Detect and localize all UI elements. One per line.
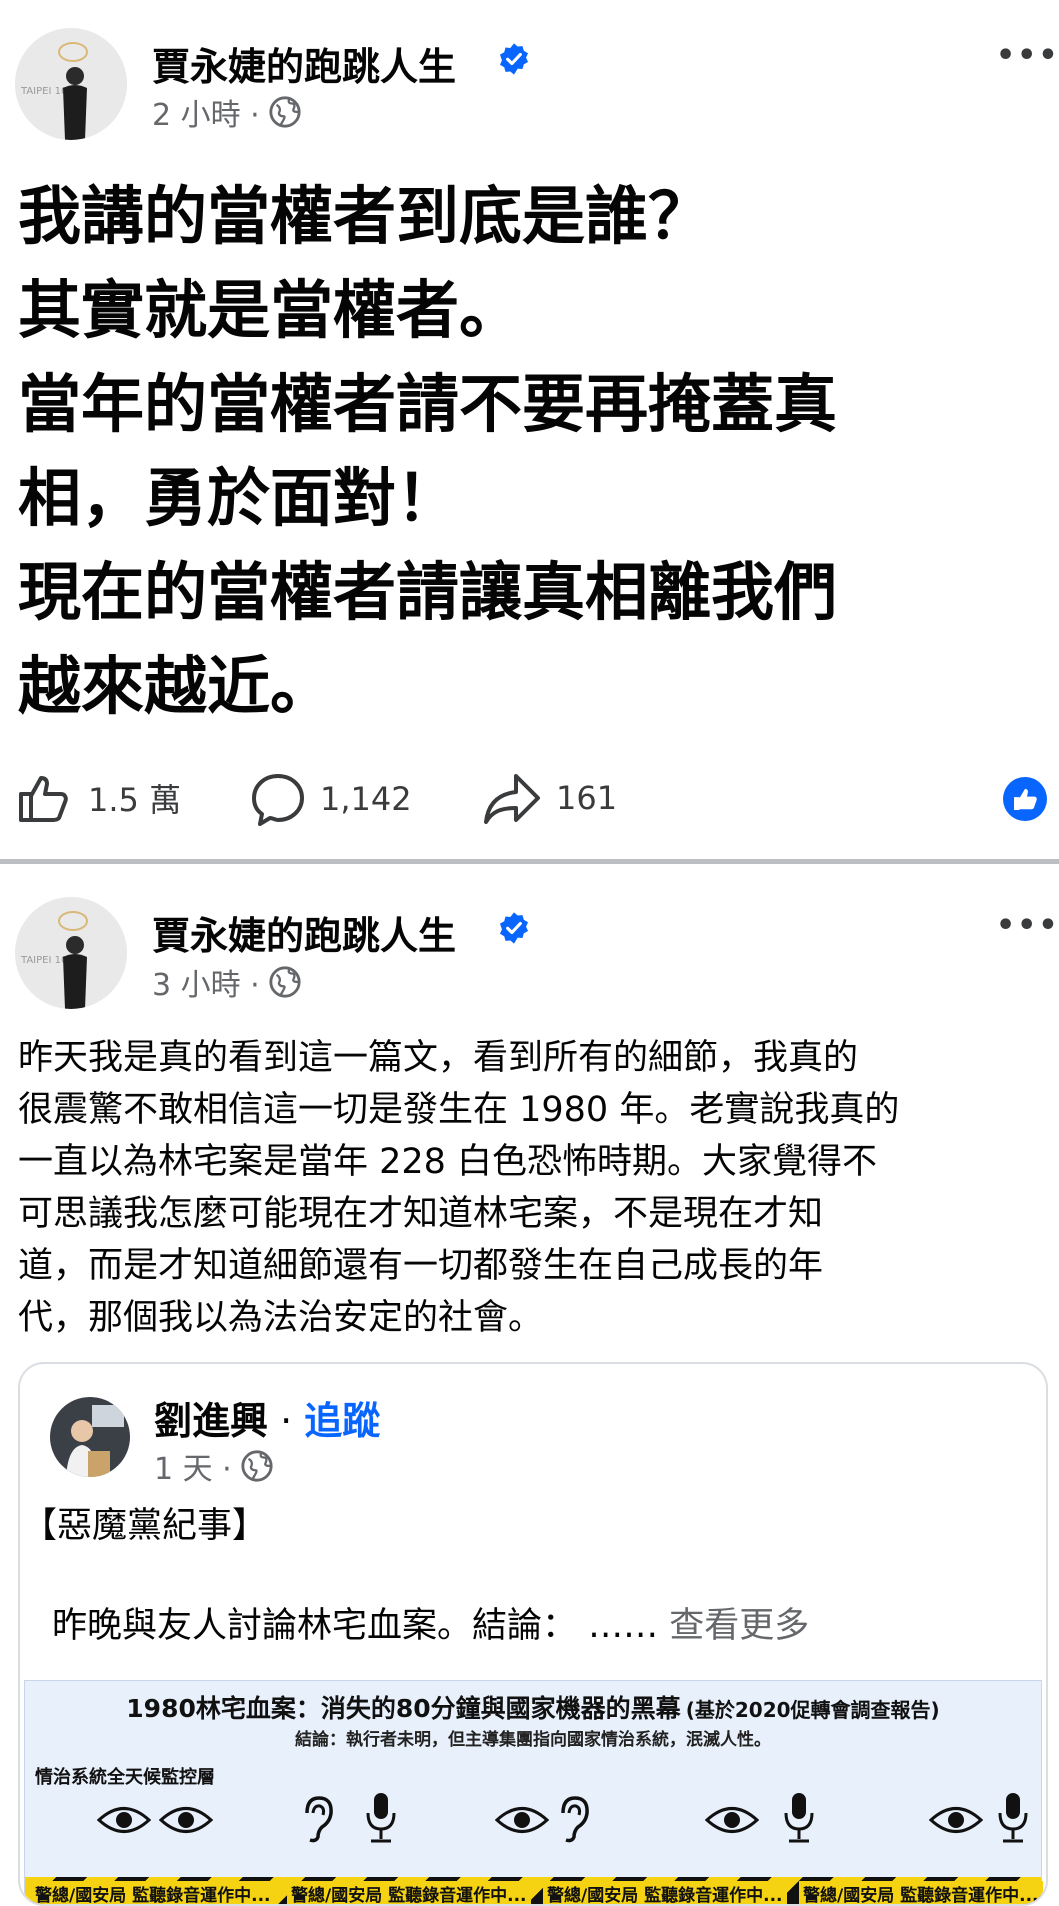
verified-badge-icon <box>499 912 529 944</box>
post-author-name[interactable]: 賈永婕的跑跳人生 <box>152 36 456 91</box>
tape-label: 警總/國安局 監聽錄音運作中... <box>31 1881 275 1904</box>
comment-count: 1,142 <box>320 780 412 818</box>
post-line: 其實就是當權者。 <box>18 274 522 347</box>
post-line: 代，那個我以為法治安定的社會。 <box>18 1298 544 1338</box>
eye-icon <box>495 1807 549 1833</box>
shared-heading: 【惡魔黨紀事】 <box>22 1506 268 1546</box>
share-count: 161 <box>556 779 618 817</box>
post-timestamp[interactable]: 2 小時 · <box>152 90 302 134</box>
share-icon <box>484 774 540 824</box>
shared-author-avatar[interactable] <box>50 1397 130 1477</box>
comment-button[interactable]: 1,142 <box>250 772 412 826</box>
verified-badge-icon <box>499 43 529 75</box>
globe-icon <box>269 96 301 128</box>
post-line: 當年的當權者請不要再掩蓋真 <box>18 368 837 441</box>
infographic-title-row: 1980林宅血案：消失的80分鐘與國家機器的黑幕 (基於2020促轉會調查報告) <box>25 1689 1041 1725</box>
ear-icon <box>561 1796 589 1843</box>
shared-post-card[interactable]: 劉進興 · 追蹤 1 天 · 【惡魔黨紀事】 昨晚與友人討論林宅血案。結論： …… <box>18 1362 1048 1906</box>
like-icon <box>19 776 68 822</box>
post-line: 相，勇於面對！ <box>18 462 459 535</box>
post-author-name[interactable]: 賈永婕的跑跳人生 <box>152 905 456 960</box>
infographic-image[interactable]: 1980林宅血案：消失的80分鐘與國家機器的黑幕 (基於2020促轉會調查報告)… <box>24 1680 1043 1904</box>
post-line: 道，而是才知道細節還有一切都發生在自己成長的年 <box>18 1246 824 1286</box>
post-timestamp[interactable]: 3 小時 · <box>152 960 302 1004</box>
name-separator: · <box>268 1399 305 1443</box>
like-button[interactable]: 1.5 萬 <box>16 772 181 824</box>
author-avatar[interactable]: TAIPEI 101 <box>15 897 127 1009</box>
like-count: 1.5 萬 <box>88 781 182 819</box>
eye-icon <box>97 1807 151 1833</box>
shared-preview: 昨晚與友人討論林宅血案。結論： …… 查看更多 <box>52 1600 809 1652</box>
microphone-icon <box>366 1793 396 1843</box>
share-button[interactable]: 161 <box>482 772 617 824</box>
infographic-title-note: (基於2020促轉會調查報告) <box>685 1698 940 1722</box>
see-more-link[interactable]: 查看更多 <box>669 1606 809 1646</box>
author-avatar[interactable]: TAIPEI 101 <box>15 28 127 140</box>
timestamp-text: 3 小時 · <box>152 968 260 1003</box>
eye-icon <box>929 1807 983 1833</box>
more-options-icon[interactable]: ••• <box>996 908 1059 943</box>
microphone-icon <box>998 1793 1028 1843</box>
post-line: 很震驚不敢相信這一切是發生在 1980 年。老實說我真的 <box>18 1090 900 1130</box>
microphone-icon <box>784 1793 814 1843</box>
monitoring-layer-label: 情治系統全天候監控層 <box>35 1767 215 1788</box>
post-body: 我講的當權者到底是誰？ 其實就是當權者。 當年的當權者請不要再掩蓋真 相，勇於面… <box>18 170 837 734</box>
post-divider <box>0 859 1059 864</box>
post-line: 我講的當權者到底是誰？ <box>18 180 711 253</box>
infographic-title: 1980林宅血案：消失的80分鐘與國家機器的黑幕 <box>126 1694 681 1723</box>
globe-icon <box>241 1450 273 1482</box>
post-line: 現在的當權者請讓真相離我們 <box>18 556 837 629</box>
caution-tape: 警總/國安局 監聽錄音運作中... 警總/國安局 監聽錄音運作中... 警總/國… <box>25 1877 1043 1904</box>
eye-icon <box>705 1807 759 1833</box>
more-options-icon[interactable]: ••• <box>996 38 1059 73</box>
timestamp-text: 1 天 · <box>154 1452 232 1487</box>
timestamp-text: 2 小時 · <box>152 98 260 133</box>
shared-timestamp[interactable]: 1 天 · <box>154 1444 274 1488</box>
eye-icon <box>159 1807 213 1833</box>
post-line: 可思議我怎麼可能現在才知道林宅案，不是現在才知 <box>18 1194 824 1234</box>
infographic-subtitle: 結論：執行者未明，但主導集團指向國家情治系統，泯滅人性。 <box>295 1730 771 1750</box>
tape-label: 警總/國安局 監聽錄音運作中... <box>799 1881 1043 1904</box>
post-body: 昨天我是真的看到這一篇文，看到所有的細節，我真的 很震驚不敢相信這一切是發生在 … <box>18 1032 899 1344</box>
post-line: 一直以為林宅案是當年 228 白色恐怖時期。大家覺得不 <box>18 1142 878 1182</box>
ear-icon <box>305 1796 333 1843</box>
shared-author-name[interactable]: 劉進興 <box>154 1399 268 1443</box>
preview-text: 昨晚與友人討論林宅血案。結論： …… <box>52 1606 659 1646</box>
globe-icon <box>269 966 301 998</box>
shared-author-row: 劉進興 · 追蹤 <box>154 1390 380 1445</box>
follow-button[interactable]: 追蹤 <box>304 1399 380 1443</box>
post-line: 越來越近。 <box>18 650 333 723</box>
like-reaction-icon[interactable] <box>1003 777 1047 821</box>
tape-label: 警總/國安局 監聽錄音運作中... <box>543 1881 787 1904</box>
post-line: 昨天我是真的看到這一篇文，看到所有的細節，我真的 <box>18 1038 859 1078</box>
tape-label: 警總/國安局 監聽錄音運作中... <box>287 1881 531 1904</box>
comment-icon <box>252 774 304 826</box>
